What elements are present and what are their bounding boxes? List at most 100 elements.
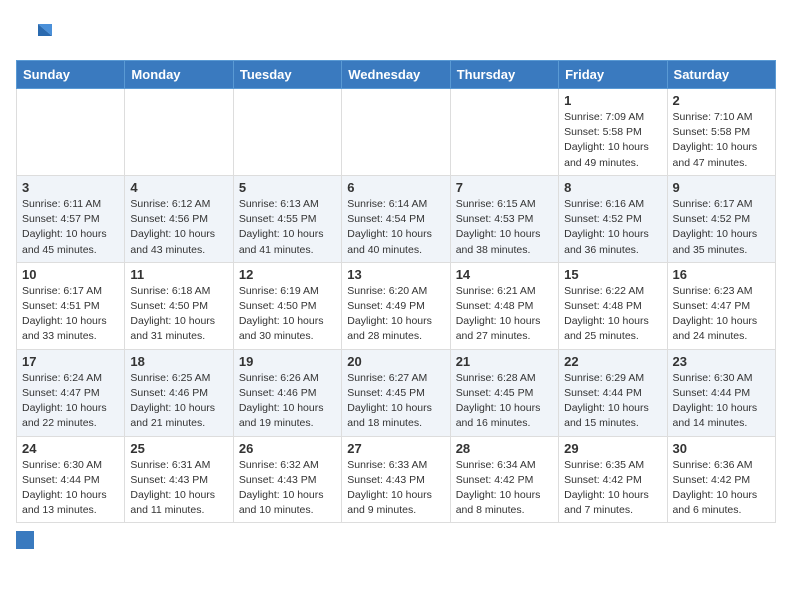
calendar-cell: 28Sunrise: 6:34 AM Sunset: 4:42 PM Dayli… [450,436,558,523]
day-number: 25 [130,441,227,456]
day-number: 17 [22,354,119,369]
calendar-cell: 29Sunrise: 6:35 AM Sunset: 4:42 PM Dayli… [559,436,667,523]
day-number: 7 [456,180,553,195]
day-number: 26 [239,441,336,456]
calendar-week-4: 17Sunrise: 6:24 AM Sunset: 4:47 PM Dayli… [17,349,776,436]
calendar-cell: 18 Sunrise: 6:25 AM Sunset: 4:46 PM Dayli… [125,349,233,436]
calendar-header-saturday: Saturday [667,61,775,89]
day-info: Sunrise: 6:28 AM Sunset: 4:45 PM Dayligh… [456,371,553,432]
day-number: 4 [130,180,227,195]
logo-icon [16,16,52,52]
day-info: Sunrise: 6:17 AM Sunset: 4:51 PM Dayligh… [22,284,119,345]
day-number: 24 [22,441,119,456]
day-number: 2 [673,93,770,108]
calendar-cell: 1Sunrise: 7:09 AM Sunset: 5:58 PM Daylig… [559,89,667,176]
day-info: Sunrise: 6:31 AM Sunset: 4:43 PM Dayligh… [130,458,227,519]
calendar-header-friday: Friday [559,61,667,89]
day-number: 30 [673,441,770,456]
calendar-cell: 24 Sunrise: 6:30 AM Sunset: 4:44 PM Dayli… [17,436,125,523]
day-number: 10 [22,267,119,282]
day-info: Sunrise: 6:30 AM Sunset: 4:44 PM Dayligh… [22,458,119,519]
day-number: 21 [456,354,553,369]
day-info: Sunrise: 6:36 AM Sunset: 4:42 PM Dayligh… [673,458,770,519]
day-info: Sunrise: 6:35 AM Sunset: 4:42 PM Dayligh… [564,458,661,519]
calendar-cell: 8Sunrise: 6:16 AM Sunset: 4:52 PM Daylig… [559,175,667,262]
calendar-cell: 2 Sunrise: 7:10 AM Sunset: 5:58 PM Daylig… [667,89,775,176]
calendar-cell [125,89,233,176]
day-info: Sunrise: 6:30 AM Sunset: 4:44 PM Dayligh… [673,371,770,432]
calendar-cell: 14 Sunrise: 6:21 AM Sunset: 4:48 PM Dayli… [450,262,558,349]
day-info: Sunrise: 6:11 AM Sunset: 4:57 PM Dayligh… [22,197,119,258]
day-info: Sunrise: 7:10 AM Sunset: 5:58 PM Dayligh… [673,110,770,171]
calendar-cell [342,89,450,176]
day-info: Sunrise: 6:17 AM Sunset: 4:52 PM Dayligh… [673,197,770,258]
day-info: Sunrise: 6:27 AM Sunset: 4:45 PM Dayligh… [347,371,444,432]
footer-bar [16,531,776,549]
day-info: Sunrise: 6:16 AM Sunset: 4:52 PM Dayligh… [564,197,661,258]
page-header [16,16,776,52]
calendar-cell: 19 Sunrise: 6:26 AM Sunset: 4:46 PM Dayli… [233,349,341,436]
day-number: 12 [239,267,336,282]
day-info: Sunrise: 6:26 AM Sunset: 4:46 PM Dayligh… [239,371,336,432]
calendar-cell: 12 Sunrise: 6:19 AM Sunset: 4:50 PM Dayli… [233,262,341,349]
day-number: 5 [239,180,336,195]
day-info: Sunrise: 6:14 AM Sunset: 4:54 PM Dayligh… [347,197,444,258]
day-number: 22 [564,354,661,369]
calendar-header-row: SundayMondayTuesdayWednesdayThursdayFrid… [17,61,776,89]
day-number: 1 [564,93,661,108]
calendar-cell: 11 Sunrise: 6:18 AM Sunset: 4:50 PM Dayli… [125,262,233,349]
day-number: 3 [22,180,119,195]
calendar-cell: 15 Sunrise: 6:22 AM Sunset: 4:48 PM Dayli… [559,262,667,349]
calendar-cell: 16Sunrise: 6:23 AM Sunset: 4:47 PM Dayli… [667,262,775,349]
day-number: 20 [347,354,444,369]
day-number: 23 [673,354,770,369]
day-info: Sunrise: 6:19 AM Sunset: 4:50 PM Dayligh… [239,284,336,345]
day-info: Sunrise: 6:22 AM Sunset: 4:48 PM Dayligh… [564,284,661,345]
calendar-cell: 13 Sunrise: 6:20 AM Sunset: 4:49 PM Dayli… [342,262,450,349]
day-number: 14 [456,267,553,282]
calendar-cell: 21 Sunrise: 6:28 AM Sunset: 4:45 PM Dayli… [450,349,558,436]
calendar-cell: 25 Sunrise: 6:31 AM Sunset: 4:43 PM Dayli… [125,436,233,523]
day-number: 27 [347,441,444,456]
day-info: Sunrise: 6:20 AM Sunset: 4:49 PM Dayligh… [347,284,444,345]
day-info: Sunrise: 6:29 AM Sunset: 4:44 PM Dayligh… [564,371,661,432]
logo [16,16,56,52]
calendar-cell [450,89,558,176]
calendar-cell: 20 Sunrise: 6:27 AM Sunset: 4:45 PM Dayli… [342,349,450,436]
day-number: 19 [239,354,336,369]
day-number: 18 [130,354,227,369]
day-info: Sunrise: 6:25 AM Sunset: 4:46 PM Dayligh… [130,371,227,432]
calendar-cell: 9 Sunrise: 6:17 AM Sunset: 4:52 PM Daylig… [667,175,775,262]
calendar-cell: 4 Sunrise: 6:12 AM Sunset: 4:56 PM Daylig… [125,175,233,262]
day-info: Sunrise: 6:13 AM Sunset: 4:55 PM Dayligh… [239,197,336,258]
day-number: 11 [130,267,227,282]
day-info: Sunrise: 6:33 AM Sunset: 4:43 PM Dayligh… [347,458,444,519]
calendar-header-wednesday: Wednesday [342,61,450,89]
day-info: Sunrise: 6:18 AM Sunset: 4:50 PM Dayligh… [130,284,227,345]
calendar-cell: 22 Sunrise: 6:29 AM Sunset: 4:44 PM Dayli… [559,349,667,436]
day-info: Sunrise: 6:32 AM Sunset: 4:43 PM Dayligh… [239,458,336,519]
calendar-cell: 6 Sunrise: 6:14 AM Sunset: 4:54 PM Daylig… [342,175,450,262]
calendar-header-thursday: Thursday [450,61,558,89]
calendar-header-tuesday: Tuesday [233,61,341,89]
day-number: 13 [347,267,444,282]
day-number: 6 [347,180,444,195]
calendar-cell: 27 Sunrise: 6:33 AM Sunset: 4:43 PM Dayli… [342,436,450,523]
calendar-header-sunday: Sunday [17,61,125,89]
day-number: 16 [673,267,770,282]
calendar-cell: 23 Sunrise: 6:30 AM Sunset: 4:44 PM Dayli… [667,349,775,436]
calendar-week-5: 24 Sunrise: 6:30 AM Sunset: 4:44 PM Dayli… [17,436,776,523]
day-info: Sunrise: 6:21 AM Sunset: 4:48 PM Dayligh… [456,284,553,345]
calendar-cell [233,89,341,176]
calendar-cell: 5 Sunrise: 6:13 AM Sunset: 4:55 PM Daylig… [233,175,341,262]
calendar-week-2: 3 Sunrise: 6:11 AM Sunset: 4:57 PM Daylig… [17,175,776,262]
day-number: 15 [564,267,661,282]
calendar-cell: 30 Sunrise: 6:36 AM Sunset: 4:42 PM Dayli… [667,436,775,523]
calendar-cell: 3 Sunrise: 6:11 AM Sunset: 4:57 PM Daylig… [17,175,125,262]
calendar-cell [17,89,125,176]
calendar-header-monday: Monday [125,61,233,89]
day-info: Sunrise: 6:12 AM Sunset: 4:56 PM Dayligh… [130,197,227,258]
day-number: 9 [673,180,770,195]
calendar-week-3: 10 Sunrise: 6:17 AM Sunset: 4:51 PM Dayli… [17,262,776,349]
calendar-cell: 26 Sunrise: 6:32 AM Sunset: 4:43 PM Dayli… [233,436,341,523]
